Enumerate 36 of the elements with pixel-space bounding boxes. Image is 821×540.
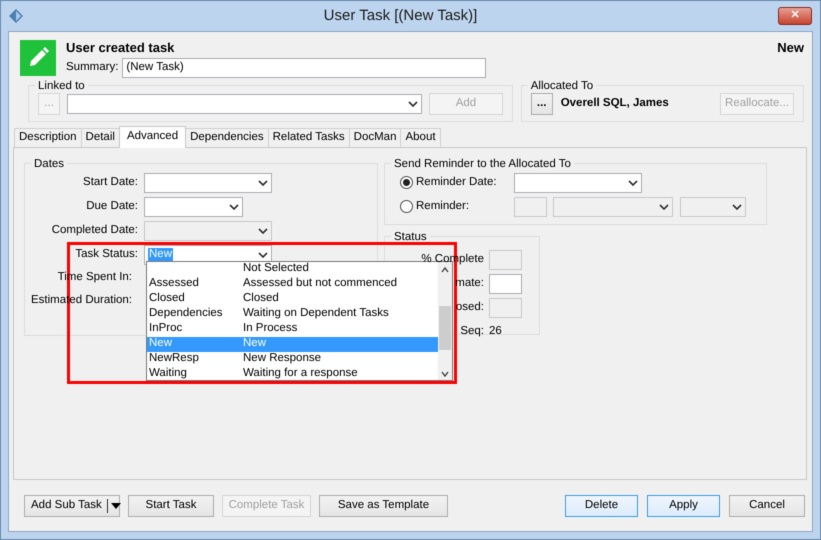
group-label: Dates bbox=[33, 156, 66, 171]
dropdown-item[interactable]: InProc In Process bbox=[147, 322, 438, 337]
summary-label: Summary: bbox=[66, 60, 118, 74]
field-label: Seq: bbox=[460, 324, 484, 338]
footer-button[interactable]: Start Task bbox=[128, 494, 214, 517]
radio-option[interactable]: Reminder: bbox=[400, 200, 514, 214]
task-status-text: New bbox=[777, 40, 804, 56]
radio-option[interactable]: Reminder Date: bbox=[400, 176, 514, 190]
footer-button[interactable]: Add Sub Task bbox=[24, 494, 120, 517]
seq-value: 26 bbox=[489, 324, 503, 338]
footer-button[interactable]: Save as Template bbox=[319, 494, 448, 517]
tab[interactable]: About bbox=[400, 128, 441, 147]
selected-value-text: New bbox=[148, 248, 174, 262]
field-label: Completed Date: bbox=[50, 224, 139, 238]
dropdown-item[interactable]: Dependencies Waiting on Dependent Tasks bbox=[147, 306, 438, 322]
task-title: User created task bbox=[66, 40, 174, 56]
group-label: Linked to bbox=[37, 78, 86, 93]
field-label: Due Date: bbox=[85, 200, 139, 214]
summary-field[interactable]: (New Task) bbox=[122, 58, 486, 78]
dropdown-item[interactable]: Assessed Assessed but not commenced bbox=[147, 276, 438, 292]
footer-button[interactable]: Apply bbox=[647, 494, 720, 517]
group-label: Allocated To bbox=[530, 78, 594, 93]
footer-button[interactable]: Delete bbox=[565, 494, 638, 517]
browse-button[interactable]: ... bbox=[530, 92, 553, 115]
window-title: User Task [(New Task)] bbox=[322, 7, 478, 25]
tab[interactable]: Description bbox=[14, 128, 82, 147]
allocated-name: Overell SQL, James bbox=[560, 96, 670, 110]
tab[interactable]: Advanced bbox=[118, 126, 186, 148]
footer-button[interactable]: Cancel bbox=[729, 494, 805, 517]
field-label: Start Date: bbox=[82, 176, 139, 190]
group-label: Status bbox=[393, 230, 428, 244]
group-label: Send Reminder to the Allocated To bbox=[393, 156, 572, 171]
dropdown-item[interactable]: Waiting Waiting for a response bbox=[147, 366, 438, 382]
dropdown-item[interactable]: Closed Closed bbox=[147, 292, 438, 307]
field-label: Task Status: bbox=[74, 248, 139, 262]
dropdown-item[interactable]: NewResp New Response bbox=[147, 352, 438, 367]
